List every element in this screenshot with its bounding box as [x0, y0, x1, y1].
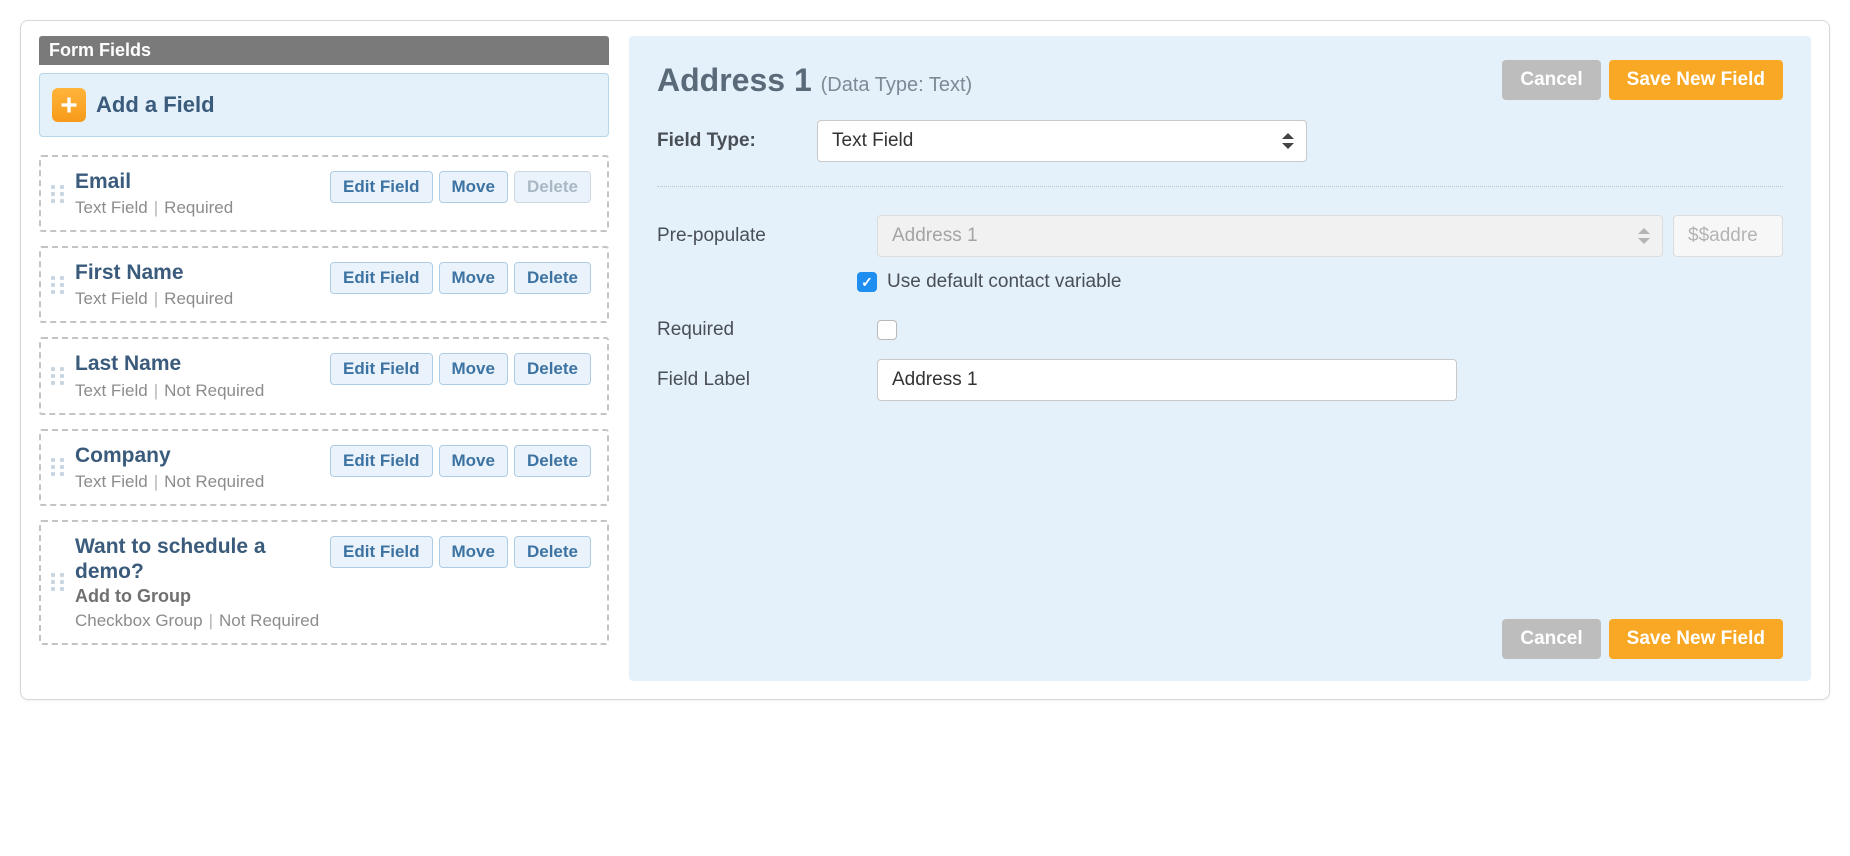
plus-icon: [52, 88, 86, 122]
field-type-select[interactable]: Text Field: [817, 120, 1307, 162]
field-meta: Text Field|Required: [75, 289, 320, 309]
move-field-button[interactable]: Move: [439, 171, 508, 203]
form-fields-panel: Form Fields Add a Field Email Text Field|…: [20, 20, 1830, 700]
drag-handle-icon[interactable]: [51, 276, 65, 294]
drag-handle-icon[interactable]: [51, 458, 65, 476]
prepopulate-select[interactable]: Address 1: [877, 215, 1663, 257]
required-checkbox[interactable]: [877, 320, 897, 340]
save-new-field-button[interactable]: Save New Field: [1609, 60, 1783, 100]
required-label: Required: [657, 319, 797, 341]
prepopulate-variable-input[interactable]: $$addre: [1673, 215, 1783, 257]
move-field-button[interactable]: Move: [439, 536, 508, 568]
field-card-actions: Edit FieldMoveDelete: [330, 353, 591, 385]
chevron-updown-icon: [1282, 133, 1294, 149]
add-a-field-button[interactable]: Add a Field: [39, 73, 609, 137]
field-detail-panel: Address 1 (Data Type: Text) Cancel Save …: [629, 36, 1811, 681]
edit-field-button[interactable]: Edit Field: [330, 536, 433, 568]
field-name: Last Name: [75, 351, 320, 376]
field-label-input[interactable]: [877, 359, 1457, 401]
delete-field-button[interactable]: Delete: [514, 353, 591, 385]
field-name: Want to schedule a demo?: [75, 534, 320, 584]
field-info: Want to schedule a demo?Add to Group Chec…: [75, 534, 320, 631]
cancel-button[interactable]: Cancel: [1502, 60, 1600, 100]
field-meta: Text Field|Not Required: [75, 472, 320, 492]
field-subtitle: Add to Group: [75, 586, 320, 607]
edit-field-button[interactable]: Edit Field: [330, 171, 433, 203]
detail-title: Address 1 (Data Type: Text): [657, 62, 972, 99]
field-type-label: Field Type:: [657, 130, 797, 152]
delete-field-button[interactable]: Delete: [514, 262, 591, 294]
cancel-button-footer[interactable]: Cancel: [1502, 619, 1600, 659]
move-field-button[interactable]: Move: [439, 353, 508, 385]
add-a-field-label: Add a Field: [96, 92, 215, 118]
divider: [657, 186, 1783, 187]
field-name: Company: [75, 443, 320, 468]
field-meta: Checkbox Group|Not Required: [75, 611, 320, 631]
field-card: Company Text Field|Not Required Edit Field…: [39, 429, 609, 506]
section-header-form-fields: Form Fields: [39, 36, 609, 65]
field-card: First Name Text Field|Required Edit FieldM…: [39, 246, 609, 323]
use-default-contact-variable-label: Use default contact variable: [887, 271, 1121, 293]
field-card: Want to schedule a demo?Add to Group Chec…: [39, 520, 609, 645]
edit-field-button[interactable]: Edit Field: [330, 445, 433, 477]
field-name: First Name: [75, 260, 320, 285]
delete-field-button: Delete: [514, 171, 591, 203]
field-info: Email Text Field|Required: [75, 169, 320, 218]
field-info: First Name Text Field|Required: [75, 260, 320, 309]
field-card-actions: Edit FieldMoveDelete: [330, 262, 591, 294]
edit-field-button[interactable]: Edit Field: [330, 262, 433, 294]
delete-field-button[interactable]: Delete: [514, 445, 591, 477]
move-field-button[interactable]: Move: [439, 445, 508, 477]
delete-field-button[interactable]: Delete: [514, 536, 591, 568]
field-info: Company Text Field|Not Required: [75, 443, 320, 492]
use-default-contact-variable-checkbox[interactable]: ✓: [857, 272, 877, 292]
drag-handle-icon[interactable]: [51, 367, 65, 385]
field-label-label: Field Label: [657, 369, 797, 391]
field-card-actions: Edit FieldMoveDelete: [330, 536, 591, 568]
drag-handle-icon[interactable]: [51, 185, 65, 203]
field-meta: Text Field|Required: [75, 198, 320, 218]
chevron-updown-icon: [1638, 228, 1650, 244]
field-info: Last Name Text Field|Not Required: [75, 351, 320, 400]
field-card: Last Name Text Field|Not Required Edit Fie…: [39, 337, 609, 414]
prepopulate-label: Pre-populate: [657, 225, 797, 247]
field-card: Email Text Field|Required Edit FieldMoveDe…: [39, 155, 609, 232]
save-new-field-button-footer[interactable]: Save New Field: [1609, 619, 1783, 659]
edit-field-button[interactable]: Edit Field: [330, 353, 433, 385]
field-meta: Text Field|Not Required: [75, 381, 320, 401]
form-fields-list: Form Fields Add a Field Email Text Field|…: [39, 36, 609, 681]
move-field-button[interactable]: Move: [439, 262, 508, 294]
drag-handle-icon[interactable]: [51, 573, 65, 591]
field-name: Email: [75, 169, 320, 194]
field-card-actions: Edit FieldMoveDelete: [330, 171, 591, 203]
field-card-actions: Edit FieldMoveDelete: [330, 445, 591, 477]
